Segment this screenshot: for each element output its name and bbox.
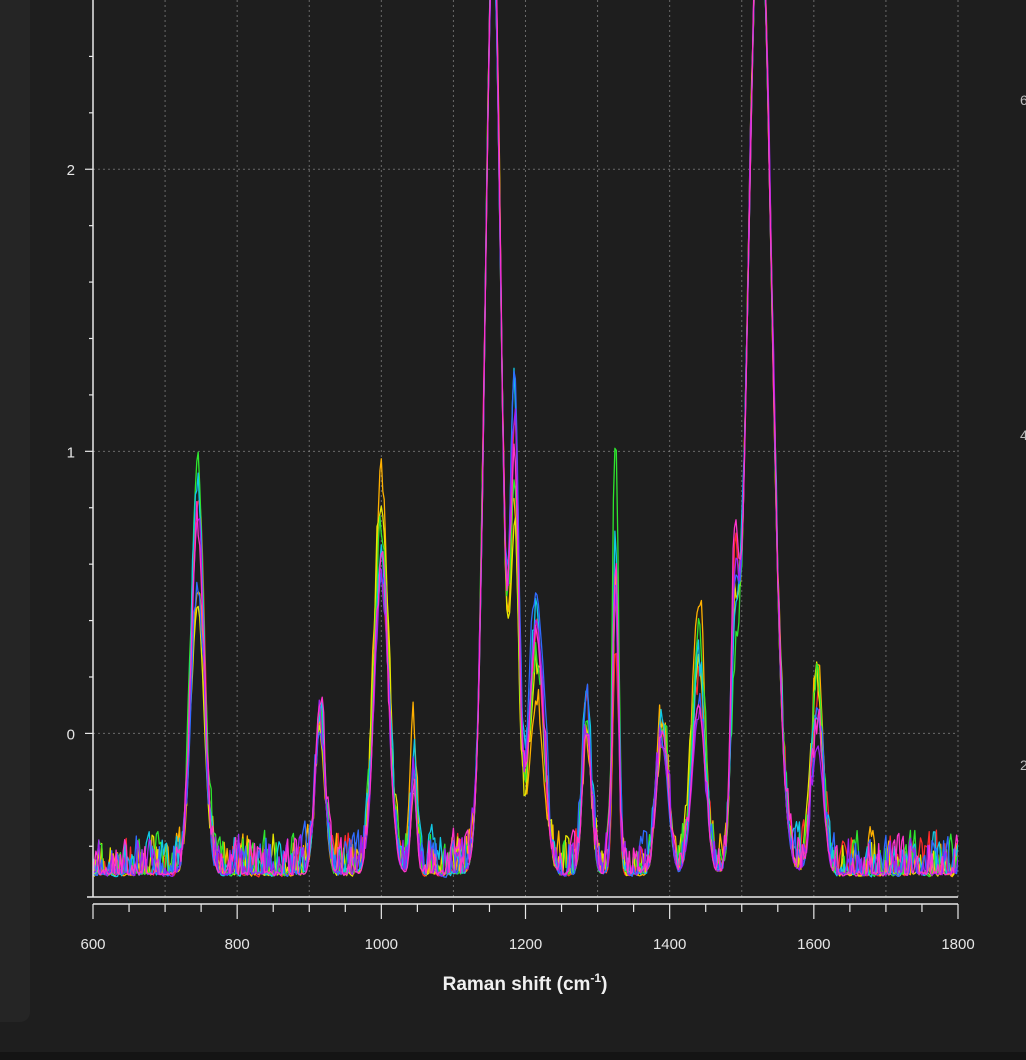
y-tick-label: 2: [67, 162, 75, 179]
x-tick-label: 1600: [797, 936, 830, 953]
right-panel-tick-label: 4: [1020, 427, 1026, 443]
x-tick-label: 600: [80, 936, 105, 953]
right-panel-tick-label: 2: [1020, 757, 1026, 773]
x-tick-label: 1200: [509, 936, 542, 953]
raman-spectrum-chart: 600 800 1000 1200 1400 1600 1800 0 1 2 6 4 2 Raman s…: [67, 0, 1026, 995]
app-window: 600 800 1000 1200 1400 1600 1800 0 1 2 6 4 2 Raman s…: [0, 0, 1026, 1060]
y-tick-label: 0: [67, 726, 75, 743]
y-tick-label: 1: [67, 444, 75, 461]
right-panel-tick-label: 6: [1020, 92, 1026, 108]
x-tick-label: 800: [225, 936, 250, 953]
bottom-status-strip: [0, 1052, 1026, 1060]
axis-layer: [85, 0, 959, 919]
x-tick-label: 1800: [941, 936, 974, 953]
x-axis-label: Raman shift (cm-1): [443, 971, 608, 995]
x-tick-label: 1000: [365, 936, 398, 953]
x-tick-label: 1400: [653, 936, 686, 953]
